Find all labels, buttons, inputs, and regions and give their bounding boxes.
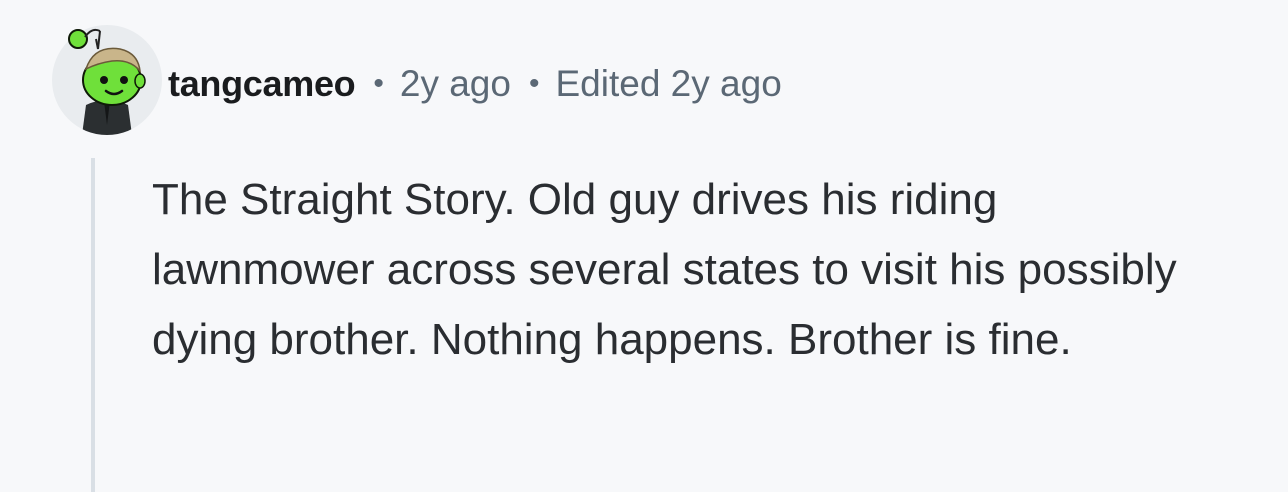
snoo-avatar-icon — [52, 25, 162, 135]
separator-dot: • — [528, 67, 540, 100]
separator-dot: • — [373, 67, 384, 100]
comment-body: The Straight Story. Old guy drives his r… — [152, 175, 1177, 364]
timestamp[interactable]: 2y ago — [400, 63, 511, 105]
edited-timestamp: Edited 2y ago — [555, 63, 782, 104]
user-avatar[interactable] — [52, 25, 162, 135]
thread-line[interactable] — [91, 158, 95, 492]
username-link[interactable]: tangcameo — [168, 63, 356, 105]
comment-header: tangcameo • 2y ago • Edited 2y ago — [168, 56, 782, 112]
comment: tangcameo • 2y ago • Edited 2y ago The S… — [0, 0, 1288, 492]
